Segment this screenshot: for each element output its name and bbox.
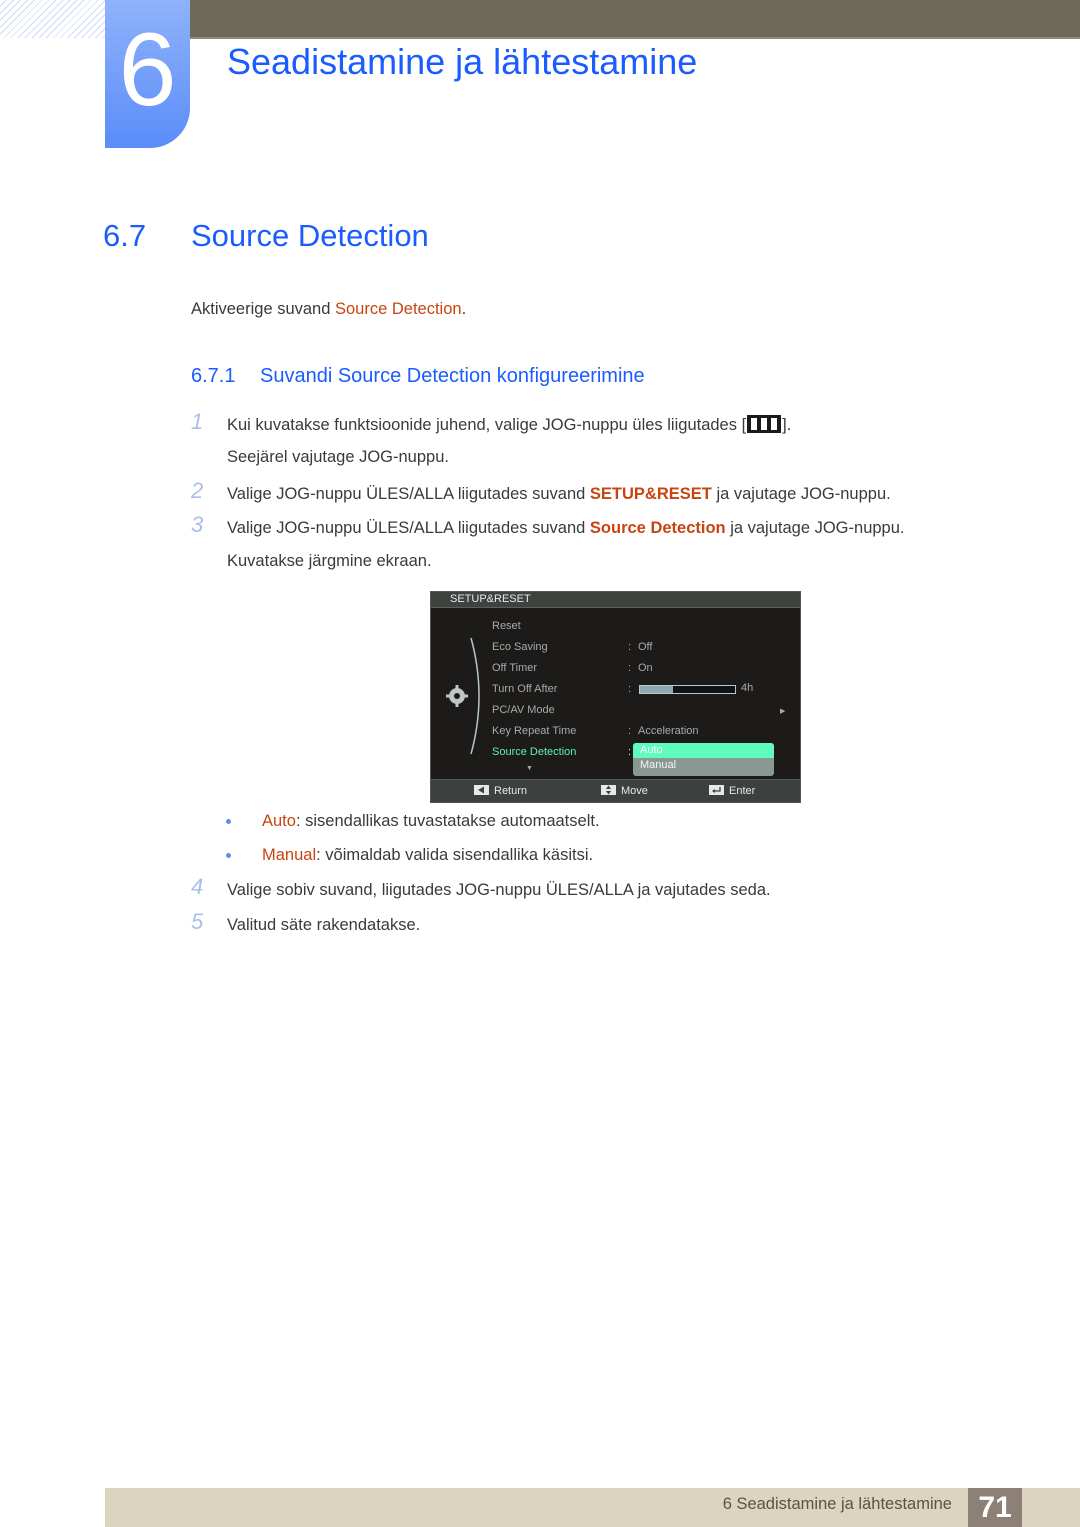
chapter-title: Seadistamine ja lähtestamine <box>227 41 698 82</box>
bullet-text: Auto: sisendallikas tuvastatakse automaa… <box>262 809 600 833</box>
chapter-number-badge: 6 <box>105 0 190 148</box>
page-footer: 6 Seadistamine ja lähtestamine 71 <box>105 1488 1080 1527</box>
step-text: Valige JOG-nuppu ÜLES/ALLA liigutades su… <box>227 516 904 540</box>
step-text-suffix: ]. <box>782 416 792 434</box>
step-text-prefix: Valige JOG-nuppu ÜLES/ALLA liigutades su… <box>227 485 590 503</box>
step-highlight: Source Detection <box>589 519 726 537</box>
osd-item-eco-saving[interactable]: Eco Saving <box>492 640 548 654</box>
intro-highlight: Source Detection <box>335 300 462 318</box>
intro-suffix: . <box>461 300 467 318</box>
osd-move-label: Move <box>621 785 648 797</box>
bullet-desc: : võimaldab valida sisendallika käsitsi. <box>316 846 594 864</box>
section-heading: 6.7 Source Detection <box>103 215 429 257</box>
step-text-suffix: ja vajutage JOG-nuppu. <box>711 485 891 503</box>
footer-chapter-text: 6 Seadistamine ja lähtestamine <box>722 1495 952 1513</box>
step-text-suffix: ja vajutage JOG-nuppu. <box>725 519 905 537</box>
bullet-dot <box>226 819 231 824</box>
bullet-desc: : sisendallikas tuvastatakse automaatsel… <box>295 812 600 830</box>
subsection-title: Suvandi Source Detection konfigureerimin… <box>260 365 645 387</box>
osd-return-button[interactable]: Return <box>474 784 527 798</box>
scroll-down-icon: ▼ <box>526 765 533 772</box>
step-number: 2 <box>191 478 204 503</box>
enter-icon <box>709 785 724 795</box>
bullet-text: Manual: võimaldab valida sisendallika kä… <box>262 843 593 867</box>
osd-value-off-timer: On <box>638 662 653 674</box>
step-text: Valitud säte rakendatakse. <box>227 916 421 934</box>
osd-value-turn-off-after: 4h <box>741 682 754 694</box>
step-text: Valige JOG-nuppu ÜLES/ALLA liigutades su… <box>227 482 891 506</box>
osd-move-button[interactable]: Move <box>601 784 648 798</box>
osd-slider-fill <box>640 686 674 693</box>
osd-footer: Return Move Enter <box>431 779 800 802</box>
osd-menu-screenshot: SETUP&RESET Reset Eco Saving : Off Off T… <box>430 591 801 803</box>
page-number: 71 <box>968 1488 1022 1527</box>
chevron-right-icon: ▶ <box>780 708 786 715</box>
step-text: Kuvatakse järgmine ekraan. <box>227 552 432 570</box>
step-text: Valige sobiv suvand, liigutades JOG-nupp… <box>227 881 771 899</box>
osd-turn-off-after-slider[interactable] <box>639 685 736 694</box>
step-text: Seejärel vajutage JOG-nuppu. <box>227 448 449 466</box>
osd-value-eco-saving: Off <box>638 641 653 653</box>
return-icon <box>474 785 489 795</box>
step-number: 3 <box>191 512 204 537</box>
bullet-term: Auto <box>262 812 296 830</box>
subsection-heading: 6.7.1 Suvandi Source Detection konfiguree… <box>191 362 645 390</box>
section-number: 6.7 <box>103 218 147 253</box>
move-icon <box>601 785 616 795</box>
osd-item-turn-off-after[interactable]: Turn Off After <box>492 682 557 696</box>
header-bar <box>190 0 1080 39</box>
osd-item-reset[interactable]: Reset <box>492 619 521 633</box>
osd-colon: : <box>628 683 632 695</box>
menu-icon <box>747 415 782 433</box>
step-number: 1 <box>191 409 204 434</box>
section-intro: Aktiveerige suvand Source Detection. <box>191 297 466 321</box>
step-text-prefix: Valige JOG-nuppu ÜLES/ALLA liigutades su… <box>227 519 590 537</box>
osd-return-label: Return <box>494 785 528 797</box>
osd-item-source-detection[interactable]: Source Detection <box>492 745 576 759</box>
osd-colon: : <box>628 641 632 653</box>
section-title: Source Detection <box>191 218 429 253</box>
decorative-hatch <box>0 0 105 38</box>
step-highlight: SETUP&RESET <box>589 485 712 503</box>
osd-colon: : <box>628 746 632 758</box>
osd-value-key-repeat-time: Acceleration <box>638 725 699 737</box>
osd-enter-label: Enter <box>729 785 756 797</box>
osd-item-key-repeat-time[interactable]: Key Repeat Time <box>492 724 576 738</box>
osd-option-manual[interactable]: Manual <box>633 758 774 773</box>
osd-source-detection-dropdown[interactable]: Auto Manual <box>633 743 774 776</box>
osd-item-off-timer[interactable]: Off Timer <box>492 661 537 675</box>
step-number: 5 <box>191 909 204 934</box>
bullet-dot <box>226 853 231 858</box>
osd-enter-button[interactable]: Enter <box>709 784 755 798</box>
subsection-number: 6.7.1 <box>191 365 236 387</box>
osd-option-auto[interactable]: Auto <box>633 743 774 758</box>
step-text: Kui kuvatakse funktsioonide juhend, vali… <box>227 413 791 437</box>
osd-colon: : <box>628 662 632 674</box>
osd-item-pc-av-mode[interactable]: PC/AV Mode <box>492 703 555 717</box>
gear-icon <box>446 685 468 707</box>
osd-colon: : <box>628 725 632 737</box>
intro-text: Aktiveerige suvand <box>191 300 335 318</box>
bullet-term: Manual <box>262 846 317 864</box>
osd-title: SETUP&RESET <box>431 592 800 608</box>
step-number: 4 <box>191 874 204 899</box>
step-text-prefix: Kui kuvatakse funktsioonide juhend, vali… <box>227 416 747 434</box>
